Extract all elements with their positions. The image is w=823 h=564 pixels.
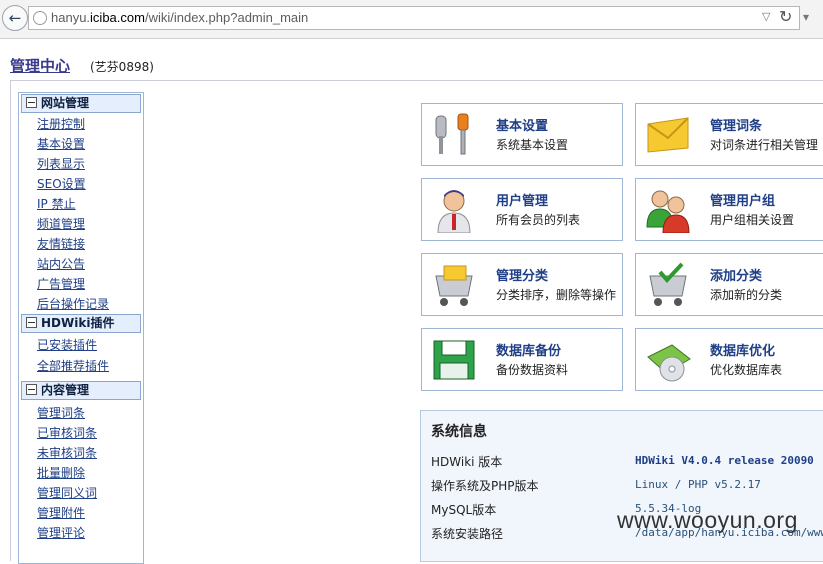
sidebar-item-log[interactable]: 后台操作记录 [37,295,109,312]
tile-database-optimize[interactable]: 数据库优化 优化数据库表 [635,328,823,391]
sidebar-item-basic[interactable]: 基本设置 [37,135,85,152]
tile-manage-entries[interactable]: 管理词条 对词条进行相关管理 [635,103,823,166]
tile-desc: 优化数据库表 [710,363,783,377]
sidebar-item-register[interactable]: 注册控制 [37,115,85,132]
system-info-panel: 系统信息 HDWiki 版本 HDWiki V4.0.4 release 200… [420,410,823,562]
sidebar-item-approved[interactable]: 已审核词条 [37,424,97,441]
tile-desc: 备份数据资料 [496,363,569,377]
tile-desc: 用户组相关设置 [710,213,795,227]
sidebar-section-content[interactable]: 内容管理 [21,381,141,400]
sidebar-item-recommended-plugins[interactable]: 全部推荐插件 [37,357,109,374]
sidebar-item-synonyms[interactable]: 管理同义词 [37,484,97,501]
sidebar-item-batch-delete[interactable]: 批量删除 [37,464,85,481]
tile-manage-categories[interactable]: 管理分类 分类排序，删除等操作 [421,253,623,316]
current-user: (艺芬0898) [90,60,154,74]
sidebar-item-notice[interactable]: 站内公告 [37,255,85,272]
sidebar-item-comments[interactable]: 管理评论 [37,524,85,541]
cart-add-icon [649,262,687,306]
back-arrow-icon[interactable]: ← [2,5,28,31]
tile-title[interactable]: 管理词条 [710,115,762,134]
sys-label-version: HDWiki 版本 [431,455,503,469]
tile-basic-settings[interactable]: 基本设置 系统基本设置 [421,103,623,166]
tile-database-backup[interactable]: 数据库备份 备份数据资料 [421,328,623,391]
sidebar-item-channel[interactable]: 频道管理 [37,215,85,232]
collapse-icon[interactable] [26,317,37,328]
sidebar-section-plugins[interactable]: HDWiki插件 [21,314,141,333]
sidebar-item-list[interactable]: 列表显示 [37,155,85,172]
address-bar[interactable]: hanyu.iciba.com/wiki/index.php?admin_mai… [28,6,800,30]
tools-icon [435,113,469,155]
sidebar: 网站管理 注册控制 基本设置 列表显示 SEO设置 IP 禁止 频道管理 友情链… [18,92,144,564]
tile-title[interactable]: 管理用户组 [710,190,775,209]
browser-toolbar: ← hanyu.iciba.com/wiki/index.php?admin_m… [0,0,823,39]
floppy-icon [433,340,475,380]
disc-icon [647,344,691,382]
tile-title[interactable]: 添加分类 [710,265,762,284]
globe-icon [33,11,47,25]
collapse-icon[interactable] [26,97,37,108]
sys-label-os-php: 操作系统及PHP版本 [431,479,539,493]
sidebar-item-ads[interactable]: 广告管理 [37,275,85,292]
envelope-icon [647,117,689,153]
tile-title[interactable]: 数据库优化 [710,340,775,359]
sidebar-item-ip-ban[interactable]: IP 禁止 [37,195,76,212]
chevron-down-icon[interactable]: ▽ [762,10,770,23]
collapse-icon[interactable] [26,384,37,395]
page-title[interactable]: 管理中心 [10,55,70,76]
sidebar-item-installed-plugins[interactable]: 已安装插件 [37,336,97,353]
tile-desc: 添加新的分类 [710,288,783,302]
sidebar-item-attachments[interactable]: 管理附件 [37,504,85,521]
sidebar-item-seo[interactable]: SEO设置 [37,175,86,192]
sidebar-item-entries[interactable]: 管理词条 [37,404,85,421]
user-group-icon [646,190,690,233]
reload-icon[interactable]: ↻ [779,7,792,26]
sys-value-os-php: Linux / PHP v5.2.17 [635,478,761,491]
watermark: www.wooyun.org [617,507,798,533]
tile-title[interactable]: 用户管理 [496,190,548,209]
sys-label-mysql: MySQL版本 [431,503,497,517]
toolbar-edge-icon: ▾ [803,10,810,24]
tile-desc: 对词条进行相关管理 [710,138,819,152]
tile-user-management[interactable]: 用户管理 所有会员的列表 [421,178,623,241]
sidebar-item-unapproved[interactable]: 未审核词条 [37,444,97,461]
system-info-title: 系统信息 [431,424,487,440]
url-text: hanyu.iciba.com/wiki/index.php?admin_mai… [51,10,309,25]
sys-label-path: 系统安装路径 [431,527,504,541]
tile-title[interactable]: 基本设置 [496,115,548,134]
sidebar-section-site[interactable]: 网站管理 [21,94,141,113]
tile-desc: 所有会员的列表 [496,213,581,227]
tile-user-groups[interactable]: 管理用户组 用户组相关设置 [635,178,823,241]
user-icon [437,190,471,233]
tile-desc: 系统基本设置 [496,138,569,152]
sys-value-version: HDWiki V4.0.4 release 20090 [635,454,814,467]
tile-title[interactable]: 管理分类 [496,265,548,284]
tile-title[interactable]: 数据库备份 [496,340,561,359]
tile-desc: 分类排序，删除等操作 [496,288,617,302]
sidebar-item-links[interactable]: 友情链接 [37,235,85,252]
cart-folder-icon [435,265,473,306]
tile-add-category[interactable]: 添加分类 添加新的分类 [635,253,823,316]
